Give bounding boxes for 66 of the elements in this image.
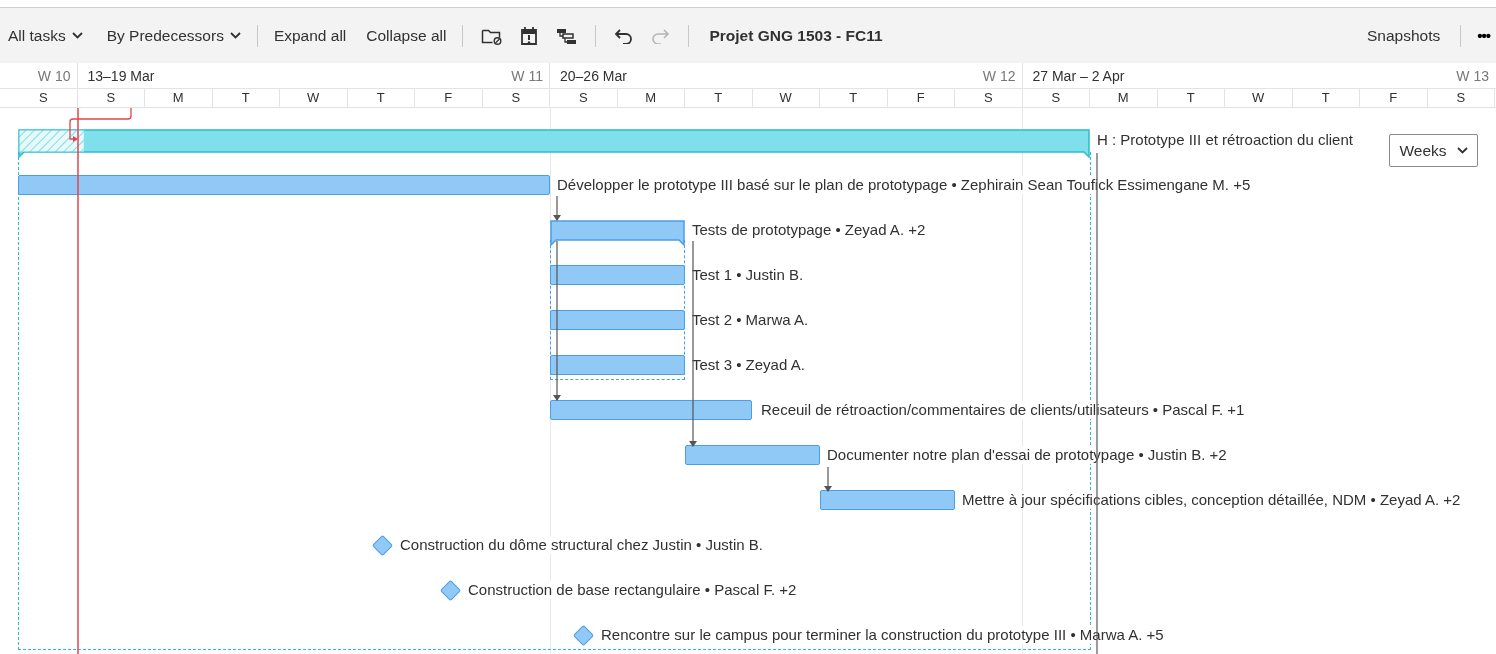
task-bar[interactable]	[550, 265, 685, 285]
day-header: W	[280, 89, 348, 107]
chevron-icon	[229, 32, 241, 39]
day-header: F	[415, 89, 483, 107]
day-header: M	[617, 89, 685, 107]
grouping-dropdown[interactable]: By Predecessors	[100, 22, 247, 49]
chevron-icon	[1456, 147, 1468, 154]
summary-label: H : Prototype III et rétroaction du client	[1097, 131, 1355, 149]
task-bar[interactable]	[550, 400, 752, 420]
summary-label: Tests de prototypage • Zeyad A. +2	[692, 221, 928, 239]
summary-bar[interactable]	[18, 128, 1090, 159]
day-header: F	[887, 89, 955, 107]
task-bar[interactable]	[685, 445, 820, 465]
day-header: T	[820, 89, 888, 107]
more-button[interactable]: •••	[1471, 23, 1496, 48]
filter-dropdown[interactable]: All tasks	[8, 22, 89, 49]
week-number: W 11	[511, 67, 543, 84]
dependency-arrow	[69, 107, 132, 142]
task-bar[interactable]	[820, 490, 955, 510]
day-header: M	[1090, 89, 1158, 107]
week-number: W 12	[982, 67, 1016, 84]
week-range: 27 Mar – 2 Apr	[1032, 67, 1125, 84]
day-header: S	[10, 89, 78, 107]
summary-bar[interactable]	[550, 220, 685, 247]
week-range: 20–26 Mar	[560, 67, 627, 84]
day-header: S	[482, 89, 550, 107]
day-header: W	[1225, 89, 1293, 107]
task-label: Test 3 • Zeyad A.	[692, 356, 807, 374]
task-label: Receuil de rétroaction/commentaires de clients/utilisateurs • Pascal F. +1	[761, 401, 1247, 419]
task-bar[interactable]	[550, 310, 685, 330]
collapse-all-button[interactable]: Collapse all	[360, 22, 453, 49]
dependency-arrow	[553, 195, 561, 221]
task-bar[interactable]	[550, 355, 685, 375]
day-header: T	[1157, 89, 1225, 107]
day-header: S	[77, 89, 145, 107]
day-header: T	[1292, 89, 1360, 107]
task-label: Documenter notre plan d'essai de prototypage • Justin B. +2	[827, 446, 1229, 464]
day-header: T	[685, 89, 753, 107]
week-number: W 13	[1456, 67, 1489, 84]
task-bar[interactable]	[18, 175, 550, 195]
milestone-label: Rencontre sur le campus pour terminer la construction du prototype III • Marwa A. +5	[601, 626, 1166, 644]
day-header: T	[347, 89, 415, 107]
zoom-dropdown[interactable]: Weeks	[1389, 134, 1478, 167]
week-range: 13–19 Mar	[87, 67, 155, 84]
milestone-label: Construction du dôme structural chez Justin • Justin B.	[400, 536, 765, 554]
undo-icon	[614, 27, 635, 44]
task-label: Développer le prototype III basé sur le plan de prototypage • Zephirain Sean Toufick Essimengane M. +5	[557, 176, 1253, 194]
day-header: M	[145, 89, 213, 107]
day-header: S	[550, 89, 618, 107]
day-header: T	[212, 89, 280, 107]
milestone-label: Construction de base rectangulaire • Pascal F. +2	[468, 581, 799, 599]
day-header: S	[1427, 89, 1495, 107]
hierarchy-icon	[555, 26, 578, 45]
day-header: S	[1022, 89, 1090, 107]
day-header: F	[1360, 89, 1428, 107]
project-title: Projet GNG 1503 - FC11	[709, 26, 883, 45]
dependency-arrow	[824, 466, 832, 492]
day-header: S	[955, 89, 1023, 107]
expand-all-button[interactable]: Expand all	[267, 22, 353, 49]
day-header: W	[752, 89, 820, 107]
task-label: Mettre à jour spécifications cibles, conception détaillée, NDM • Zeyad A. +2	[962, 491, 1463, 509]
snapshots-button[interactable]: Snapshots	[1361, 22, 1447, 49]
chevron-icon	[71, 32, 83, 39]
week-number: W 10	[37, 67, 71, 84]
redo-icon	[650, 27, 671, 44]
calendar-alert-icon	[519, 25, 540, 46]
